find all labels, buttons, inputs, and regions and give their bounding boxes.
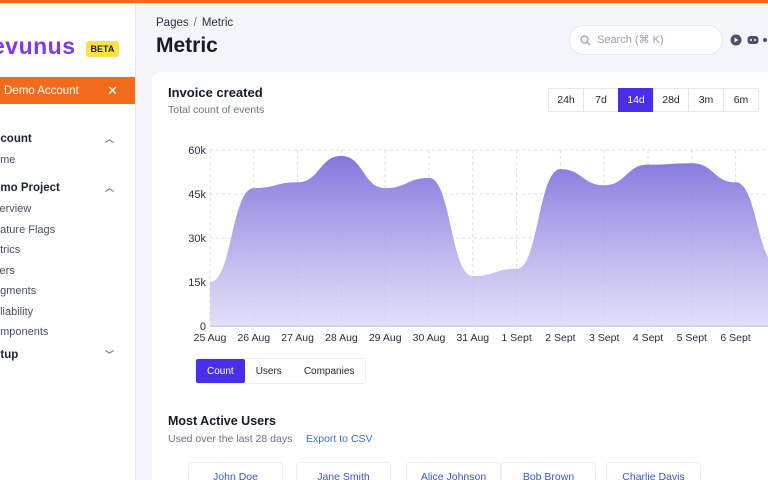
x-tick-label: 29 Aug (369, 332, 402, 344)
user-card[interactable]: Alice Johnson (406, 462, 501, 480)
x-tick-label: 4 Sept (633, 332, 663, 344)
x-tick-label: 31 Aug (456, 332, 489, 344)
x-tick-label: 25 Aug (194, 332, 227, 344)
x-tick-label: 5 Sept (677, 332, 707, 344)
metric-tabs: Count Users Companies (195, 358, 367, 384)
x-tick-label: 27 Aug (281, 332, 314, 344)
tab-companies[interactable]: Companies (293, 359, 366, 383)
x-tick-label: 6 Sept (720, 332, 750, 344)
tab-count[interactable]: Count (196, 359, 245, 383)
y-tick-label: 60k (188, 145, 206, 157)
y-tick-label: 30k (188, 233, 206, 245)
most-active-users-subtitle: Used over the last 28 days (168, 433, 293, 445)
x-tick-label: 2 Sept (545, 332, 575, 344)
x-tick-label: 3 Sept (589, 332, 619, 344)
user-card[interactable]: Jane Smith (296, 462, 391, 480)
user-card[interactable]: Charlie Davis (606, 462, 701, 480)
area-chart: 015k30k45k60k25 Aug 26 Aug 27 Aug 28 Aug 29 … (188, 145, 768, 344)
user-card[interactable]: John Doe (188, 462, 283, 480)
y-tick-label: 45k (188, 189, 206, 201)
export-csv-link[interactable]: Export to CSV (306, 433, 373, 445)
x-tick-label: 1 Sept (501, 332, 531, 344)
x-tick-label: 28 Aug (325, 332, 358, 344)
tab-users[interactable]: Users (245, 359, 293, 383)
x-tick-label: 30 Aug (413, 332, 446, 344)
y-tick-label: 15k (188, 277, 206, 289)
x-tick-label: 26 Aug (237, 332, 270, 344)
most-active-users-title: Most Active Users (168, 414, 276, 428)
user-card[interactable]: Bob Brown (501, 462, 596, 480)
series-area (210, 155, 768, 326)
